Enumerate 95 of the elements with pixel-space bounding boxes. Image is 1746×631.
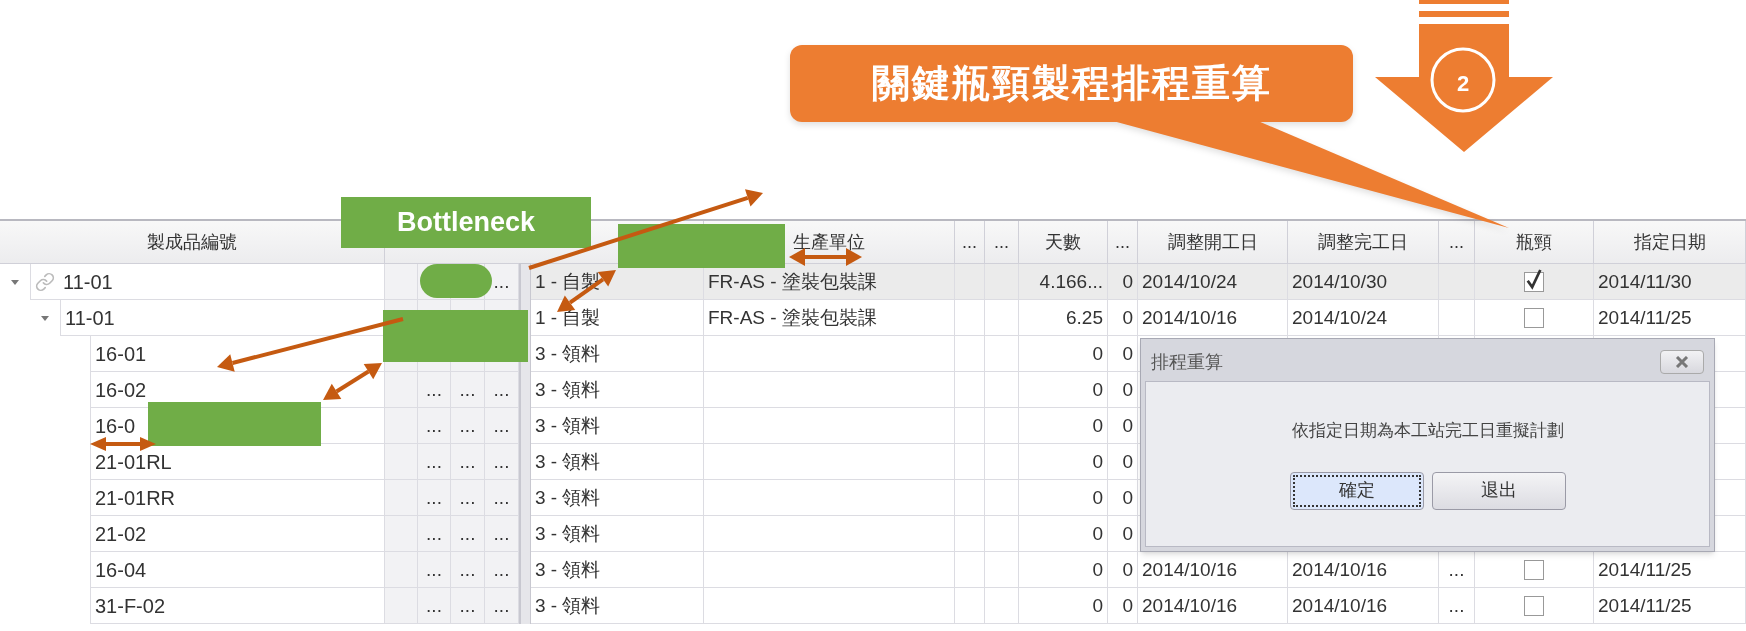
column-header[interactable]: 指定日期 <box>1633 233 1706 251</box>
table-cell: 6.25 <box>1019 300 1108 336</box>
table-cell: 0 <box>1019 336 1108 372</box>
table-cell: ... <box>418 516 451 552</box>
column-header[interactable]: 調整完工日 <box>1318 233 1408 251</box>
cell-text: 16-01 <box>95 343 147 364</box>
table-cell: ... <box>485 408 519 444</box>
table-cell: 0 <box>1019 588 1108 624</box>
table-cell: 2014/10/16 <box>1288 588 1439 624</box>
table-cell: 0 <box>1019 408 1108 444</box>
column-header[interactable]: ... <box>962 233 977 251</box>
table-cell: 3 - 領料 <box>531 372 704 408</box>
table-cell: 0 <box>1108 444 1138 480</box>
cell-text: 21-01RR <box>95 487 176 508</box>
table-cell: 2014/10/16 <box>1138 588 1288 624</box>
table-cell: 0 <box>1108 336 1138 372</box>
table-cell: 2014/10/16 <box>1138 300 1288 336</box>
table-cell: 3 - 領料 <box>531 516 704 552</box>
table-cell: ... <box>418 552 451 588</box>
table-cell: ... <box>485 516 519 552</box>
table-cell: 0 <box>1108 300 1138 336</box>
step-number: 2 <box>1455 70 1471 98</box>
table-cell: ... <box>418 444 451 480</box>
table-cell: 3 - 領料 <box>531 444 704 480</box>
table-cell: 1 - 自製 <box>531 300 704 336</box>
table-cell: 3 - 領料 <box>531 480 704 516</box>
column-header[interactable]: 生產單位 <box>793 233 865 251</box>
table-cell: ... <box>485 552 519 588</box>
column-header[interactable]: ... <box>994 233 1009 251</box>
table-cell: 2014/10/24 <box>1138 264 1288 300</box>
table-cell: ... <box>485 588 519 624</box>
table-cell: 2014/11/30 <box>1594 264 1746 300</box>
table-cell: ... <box>451 480 485 516</box>
column-header[interactable]: 製成品編號 <box>147 233 237 251</box>
table-cell: ... <box>418 588 451 624</box>
table-cell: FR-AS - 塗裝包裝課 <box>704 264 955 300</box>
bottleneck-label: Bottleneck <box>341 197 591 248</box>
table-cell: 4.166... <box>1019 264 1108 300</box>
table-cell: 0 <box>1108 408 1138 444</box>
table-cell: 0 <box>1108 372 1138 408</box>
table-cell: 3 - 領料 <box>531 336 704 372</box>
dialog-title: 排程重算 <box>1151 350 1223 374</box>
table-cell: 0 <box>1108 264 1138 300</box>
table-cell: 0 <box>1019 516 1108 552</box>
table-cell: 3 - 領料 <box>531 552 704 588</box>
table-cell: 3 - 領料 <box>531 588 704 624</box>
cell-text: 16-04 <box>95 559 147 580</box>
table-cell: ... <box>451 516 485 552</box>
table-cell: 2014/11/25 <box>1594 588 1746 624</box>
table-cell: 0 <box>1108 552 1138 588</box>
table-cell: ... <box>418 480 451 516</box>
table-cell: 2014/11/25 <box>1594 552 1746 588</box>
table-cell: 2014/11/25 <box>1594 300 1746 336</box>
callout-text: 關鍵瓶頸製程排程重算 <box>870 61 1273 106</box>
table-cell: ... <box>485 264 519 300</box>
table-cell: ... <box>485 372 519 408</box>
cell-text: 21-01RL <box>95 451 172 472</box>
table-cell: FR-AS - 塗裝包裝課 <box>704 300 955 336</box>
table-cell: 2014/10/16 <box>1288 552 1439 588</box>
table-cell: ... <box>451 552 485 588</box>
cell-text: 11-01 <box>63 271 113 292</box>
table-cell: ... <box>418 408 451 444</box>
column-header[interactable]: ... <box>1449 233 1464 251</box>
table-cell: 0 <box>1108 516 1138 552</box>
table-cell: 0 <box>1019 444 1108 480</box>
table-cell: ... <box>1439 552 1475 588</box>
cell-text: 31-F-02 <box>95 595 166 616</box>
dialog-button[interactable]: 退出 <box>1431 471 1566 510</box>
table-cell: 2014/10/30 <box>1288 264 1439 300</box>
table-cell: 0 <box>1108 588 1138 624</box>
table-cell: ... <box>451 372 485 408</box>
table-cell: ... <box>451 588 485 624</box>
table-cell: 0 <box>1019 552 1108 588</box>
table-cell: ... <box>485 480 519 516</box>
dialog-button[interactable]: 確定 <box>1289 471 1424 510</box>
table-cell: ... <box>418 372 451 408</box>
table-cell: ... <box>1439 588 1475 624</box>
column-header[interactable]: 瓶頸 <box>1516 233 1552 251</box>
table-cell: 0 <box>1019 480 1108 516</box>
cell-text: 16-02 <box>95 379 147 400</box>
table-cell: 0 <box>1108 480 1138 516</box>
table-cell: 3 - 領料 <box>531 408 704 444</box>
column-header[interactable]: ... <box>1115 233 1130 251</box>
dialog-message: 依指定日期為本工站完工日重擬計劃 <box>1291 420 1564 443</box>
cell-text: 21-02 <box>95 523 147 544</box>
table-cell: 0 <box>1019 372 1108 408</box>
cell-text: 11-01 <box>65 307 115 328</box>
column-header[interactable]: 天數 <box>1045 233 1081 251</box>
table-cell: 2014/10/16 <box>1138 552 1288 588</box>
cell-text: 16-0 <box>95 415 136 436</box>
table-cell: ... <box>451 444 485 480</box>
column-header[interactable]: 調整開工日 <box>1167 233 1258 251</box>
table-cell: 2014/10/24 <box>1288 300 1439 336</box>
table-cell: ... <box>485 444 519 480</box>
table-cell: ... <box>451 408 485 444</box>
